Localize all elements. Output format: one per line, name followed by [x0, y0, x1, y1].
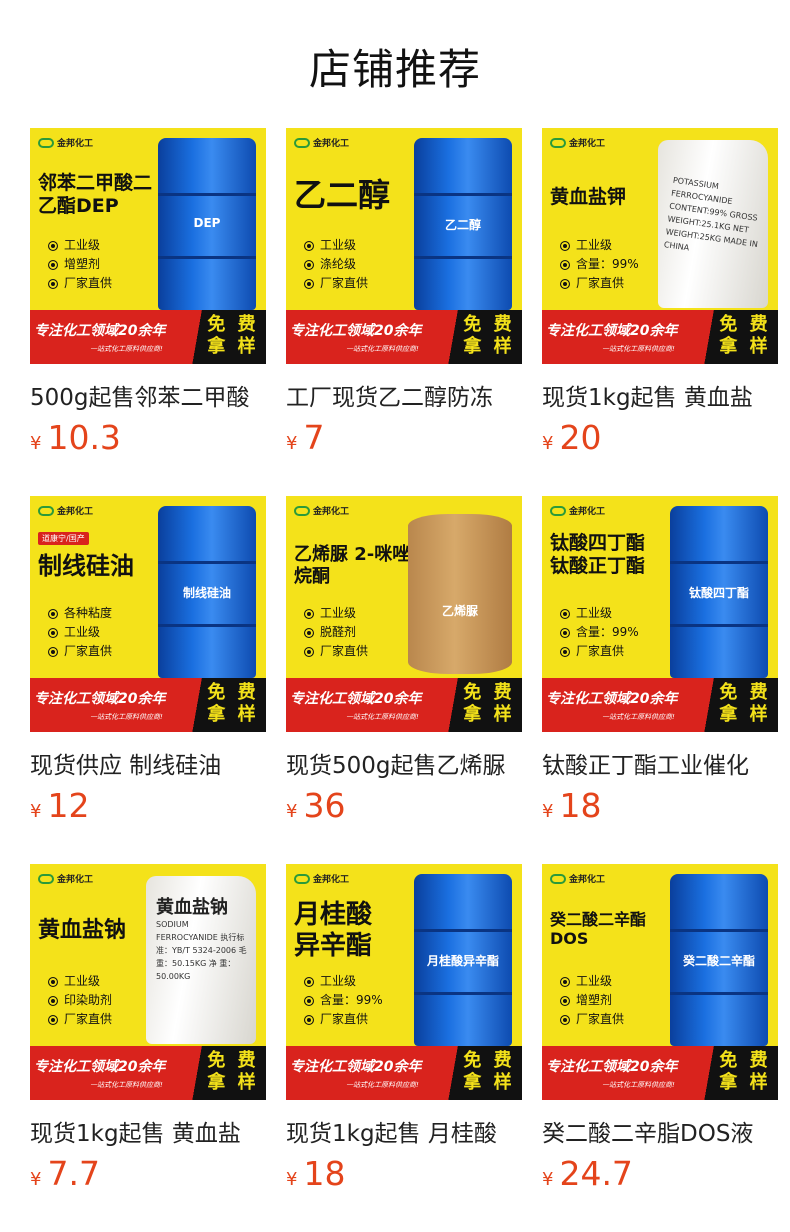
product-price: ¥18 [542, 786, 602, 825]
product-title[interactable]: 500g起售邻苯二甲酸 [30, 378, 266, 412]
logo-icon [38, 137, 54, 148]
promo-banner: 专注化工领域20余年 一站式化工原料供应商! 免 费拿 样 [286, 310, 522, 364]
poster-bullets: 工业级 印染助剂 厂家直供 [48, 972, 112, 1029]
product-price: ¥10.3 [30, 418, 121, 457]
brand-logo: 金邦化工 [550, 872, 605, 885]
product-price: ¥7.7 [30, 1154, 100, 1193]
promo-banner: 专注化工领域20余年 一站式化工原料供应商! 免 费拿 样 [286, 678, 522, 732]
brand-logo: 金邦化工 [38, 136, 93, 149]
product-image[interactable]: 金邦化工 黄血盐钾 工业级 含量：99% 厂家直供 POTASSIUM FERR… [542, 128, 778, 364]
promo-banner: 专注化工领域20余年 一站式化工原料供应商! 免 费拿 样 [286, 1046, 522, 1100]
product-image[interactable]: 金邦化工 黄血盐钠 工业级 印染助剂 厂家直供 黄血盐钠 SODIUM FERR… [30, 864, 266, 1100]
brand-logo: 金邦化工 [38, 504, 93, 517]
poster-bullets: 工业级 含量：99% 厂家直供 [560, 236, 639, 293]
product-title[interactable]: 现货1kg起售 黄血盐 [30, 1114, 266, 1148]
logo-icon [38, 505, 54, 516]
product-title[interactable]: 工厂现货乙二醇防冻 [286, 378, 522, 412]
poster-headline: 乙二醇 [294, 176, 391, 214]
product-card[interactable]: 金邦化工 道康宁/国产 制线硅油 各种粘度 工业级 厂家直供 制线硅油 专注化工… [30, 496, 266, 836]
product-card[interactable]: 金邦化工 月桂酸异辛酯 工业级 含量：99% 厂家直供 月桂酸异辛酯 专注化工领… [286, 864, 522, 1204]
product-card[interactable]: 金邦化工 钛酸四丁酯 钛酸正丁酯 工业级 含量：99% 厂家直供 钛酸四丁酯 专… [542, 496, 778, 836]
product-price: ¥7 [286, 418, 325, 457]
poster-bullets: 各种粘度 工业级 厂家直供 [48, 604, 112, 661]
product-title[interactable]: 现货1kg起售 月桂酸 [286, 1114, 522, 1148]
product-image[interactable]: 金邦化工 月桂酸异辛酯 工业级 含量：99% 厂家直供 月桂酸异辛酯 专注化工领… [286, 864, 522, 1100]
poster-headline: 钛酸四丁酯 钛酸正丁酯 [550, 532, 646, 577]
promo-banner: 专注化工领域20余年 一站式化工原料供应商! 免 费拿 样 [542, 678, 778, 732]
poster-headline: 月桂酸异辛酯 [294, 900, 373, 962]
poster-headline: 癸二酸二辛酯 DOS [550, 910, 647, 949]
drum-image: 月桂酸异辛酯 [414, 874, 512, 1046]
logo-icon [294, 505, 310, 516]
product-price: ¥18 [286, 1154, 346, 1193]
product-image[interactable]: 金邦化工 道康宁/国产 制线硅油 各种粘度 工业级 厂家直供 制线硅油 专注化工… [30, 496, 266, 732]
poster-headline: 乙烯脲 2-咪唑烷酮 [294, 544, 411, 587]
product-image[interactable]: 金邦化工 癸二酸二辛酯 DOS 工业级 增塑剂 厂家直供 癸二酸二辛酯 专注化工… [542, 864, 778, 1100]
logo-icon [294, 137, 310, 148]
poster-headline: 邻苯二甲酸二乙酯DEP [38, 172, 153, 217]
logo-icon [38, 873, 54, 884]
drum-image: 制线硅油 [158, 506, 256, 678]
promo-banner: 专注化工领域20余年 一站式化工原料供应商! 免 费拿 样 [542, 1046, 778, 1100]
product-title[interactable]: 现货供应 制线硅油 [30, 746, 266, 780]
brand-logo: 金邦化工 [294, 504, 349, 517]
brand-logo: 金邦化工 [550, 136, 605, 149]
product-title[interactable]: 癸二酸二辛脂DOS液 [542, 1114, 778, 1148]
product-title[interactable]: 现货1kg起售 黄血盐 [542, 378, 778, 412]
poster-bullets: 工业级 含量：99% 厂家直供 [560, 604, 639, 661]
logo-icon [294, 873, 310, 884]
drum-image: 钛酸四丁酯 [670, 506, 768, 678]
logo-icon [550, 137, 566, 148]
product-price: ¥20 [542, 418, 602, 457]
promo-banner: 专注化工领域20余年 一站式化工原料供应商! 免 费拿 样 [30, 1046, 266, 1100]
poster-bullets: 工业级 脱醛剂 厂家直供 [304, 604, 368, 661]
promo-banner: 专注化工领域20余年 一站式化工原料供应商! 免 费拿 样 [30, 310, 266, 364]
brand-logo: 金邦化工 [550, 504, 605, 517]
product-price: ¥12 [30, 786, 90, 825]
product-title[interactable]: 钛酸正丁酯工业催化 [542, 746, 778, 780]
poster-bullets: 工业级 涤纶级 厂家直供 [304, 236, 368, 293]
poster-bullets: 工业级 增塑剂 厂家直供 [560, 972, 624, 1029]
product-card[interactable]: 金邦化工 癸二酸二辛酯 DOS 工业级 增塑剂 厂家直供 癸二酸二辛酯 专注化工… [542, 864, 778, 1204]
sack-image: 黄血盐钠 SODIUM FERROCYANIDE 执行标准：YB/T 5324-… [146, 876, 256, 1044]
brand-logo: 金邦化工 [294, 872, 349, 885]
poster-bullets: 工业级 含量：99% 厂家直供 [304, 972, 383, 1029]
product-card[interactable]: 金邦化工 黄血盐钾 工业级 含量：99% 厂家直供 POTASSIUM FERR… [542, 128, 778, 468]
promo-banner: 专注化工领域20余年 一站式化工原料供应商! 免 费拿 样 [542, 310, 778, 364]
brand-logo: 金邦化工 [294, 136, 349, 149]
product-card[interactable]: 金邦化工 乙二醇 工业级 涤纶级 厂家直供 乙二醇 专注化工领域20余年 一站式… [286, 128, 522, 468]
drum-image: 乙二醇 [414, 138, 512, 310]
product-price: ¥36 [286, 786, 346, 825]
logo-icon [550, 873, 566, 884]
poster-bullets: 工业级 增塑剂 厂家直供 [48, 236, 112, 293]
product-image[interactable]: 金邦化工 乙烯脲 2-咪唑烷酮 工业级 脱醛剂 厂家直供 乙烯脲 专注化工领域2… [286, 496, 522, 732]
product-image[interactable]: 金邦化工 钛酸四丁酯 钛酸正丁酯 工业级 含量：99% 厂家直供 钛酸四丁酯 专… [542, 496, 778, 732]
brand-logo: 金邦化工 [38, 872, 93, 885]
sack-image: POTASSIUM FERROCYANIDE CONTENT:99% GROSS… [658, 140, 768, 308]
promo-banner: 专注化工领域20余年 一站式化工原料供应商! 免 费拿 样 [30, 678, 266, 732]
carton-drum-image: 乙烯脲 [408, 514, 512, 674]
drum-image: 癸二酸二辛酯 [670, 874, 768, 1046]
page-title: 店铺推荐 [308, 45, 481, 94]
origin-tag: 道康宁/国产 [38, 532, 89, 545]
product-title[interactable]: 现货500g起售乙烯脲 [286, 746, 522, 780]
poster-headline: 制线硅油 [38, 552, 134, 580]
product-card[interactable]: 金邦化工 邻苯二甲酸二乙酯DEP 工业级 增塑剂 厂家直供 DEP 专注化工领域… [30, 128, 266, 468]
product-price: ¥24.7 [542, 1154, 633, 1193]
product-image[interactable]: 金邦化工 邻苯二甲酸二乙酯DEP 工业级 增塑剂 厂家直供 DEP 专注化工领域… [30, 128, 266, 364]
product-card[interactable]: 金邦化工 乙烯脲 2-咪唑烷酮 工业级 脱醛剂 厂家直供 乙烯脲 专注化工领域2… [286, 496, 522, 836]
product-image[interactable]: 金邦化工 乙二醇 工业级 涤纶级 厂家直供 乙二醇 专注化工领域20余年 一站式… [286, 128, 522, 364]
product-card[interactable]: 金邦化工 黄血盐钠 工业级 印染助剂 厂家直供 黄血盐钠 SODIUM FERR… [30, 864, 266, 1204]
drum-image: DEP [158, 138, 256, 310]
logo-icon [550, 505, 566, 516]
